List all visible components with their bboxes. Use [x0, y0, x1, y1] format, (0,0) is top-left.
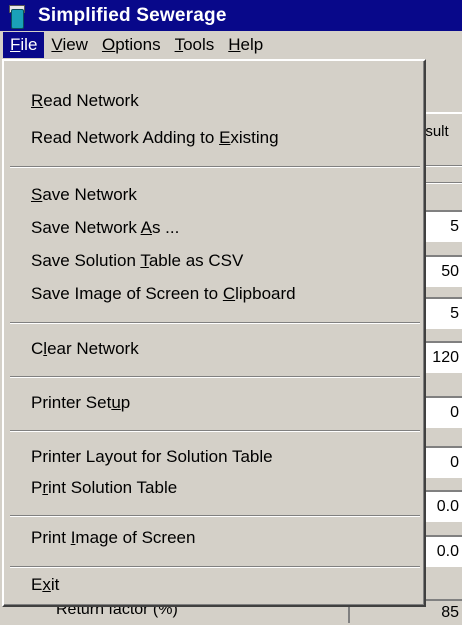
title-bar[interactable]: Simplified Sewerage [0, 0, 462, 31]
menu-separator [10, 376, 420, 378]
menu-bar: File View Options Tools Help [0, 31, 462, 59]
menu-item-print-image-screen[interactable]: Print Image of Screen [31, 528, 195, 548]
menu-separator [10, 166, 420, 168]
menu-separator [10, 515, 420, 517]
menu-view[interactable]: View [44, 32, 95, 58]
menu-item-save-image-clipboard[interactable]: Save Image of Screen to Clipboard [31, 284, 296, 304]
menu-separator [10, 430, 420, 432]
menu-item-printer-setup[interactable]: Printer Setup [31, 393, 130, 413]
menu-separator [10, 566, 420, 568]
menu-item-save-network[interactable]: Save Network [31, 185, 137, 205]
menu-options[interactable]: Options [95, 32, 168, 58]
menu-item-print-solution-table[interactable]: Print Solution Table [31, 478, 177, 498]
menu-item-exit[interactable]: Exit [31, 575, 59, 595]
menu-help[interactable]: Help [221, 32, 270, 58]
menu-item-read-network-adding[interactable]: Read Network Adding to Existing [31, 128, 279, 148]
menu-item-clear-network[interactable]: Clear Network [31, 339, 139, 359]
app-icon [6, 3, 28, 29]
menu-item-save-solution-csv[interactable]: Save Solution Table as CSV [31, 251, 243, 271]
menu-file[interactable]: File [3, 32, 45, 58]
menu-item-printer-layout[interactable]: Printer Layout for Solution Table [31, 447, 273, 467]
menu-item-read-network[interactable]: Read Network [31, 91, 139, 111]
file-menu: Read Network Read Network Adding to Exis… [2, 59, 426, 607]
menu-item-save-network-as[interactable]: Save Network As ... [31, 218, 179, 238]
menu-separator [10, 322, 420, 324]
window-title: Simplified Sewerage [38, 4, 227, 26]
menu-tools[interactable]: Tools [168, 32, 222, 58]
